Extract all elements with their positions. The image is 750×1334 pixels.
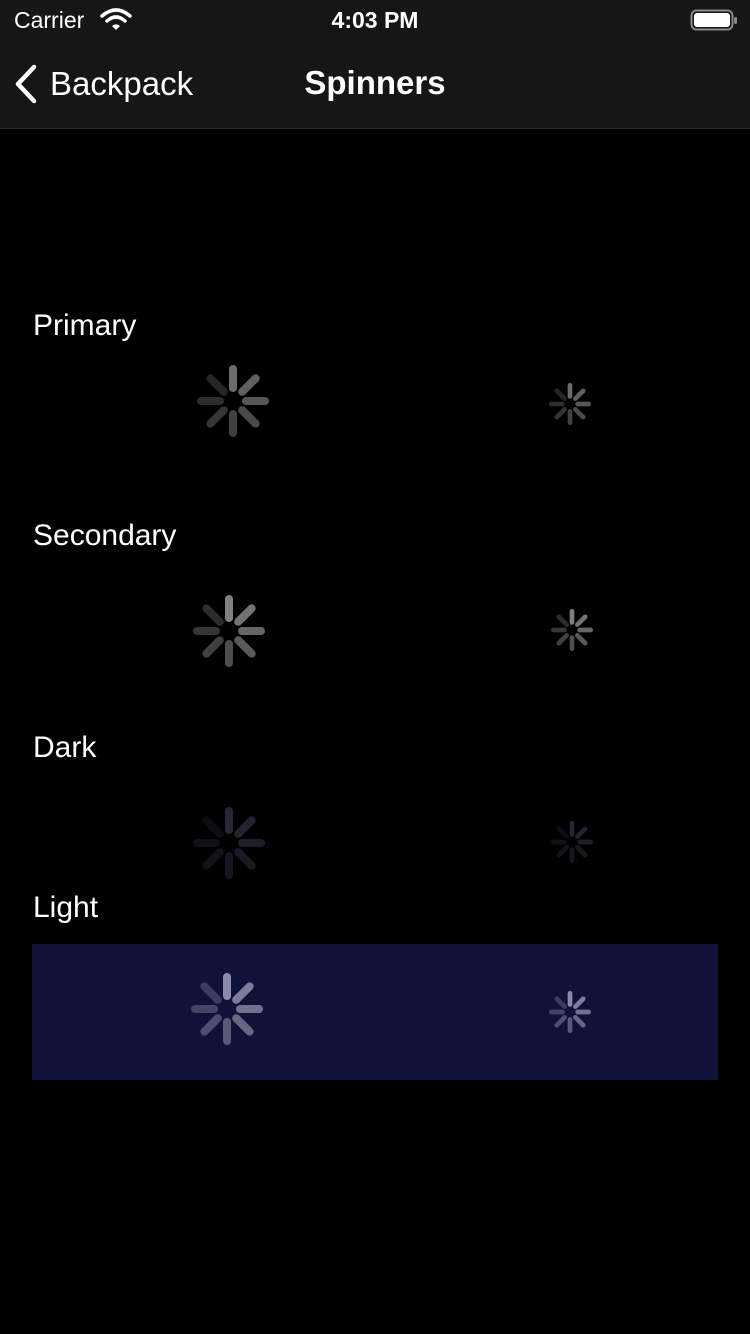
spinner-spoke — [234, 636, 256, 658]
spinner-spoke — [202, 816, 224, 838]
secondary-large-spinner-icon — [193, 595, 265, 667]
spinner-spoke — [575, 826, 588, 839]
spinner-spoke — [573, 388, 586, 401]
light-spinner-panel — [32, 944, 718, 1080]
spinner-spoke — [232, 982, 254, 1004]
section-label-light: Light — [33, 891, 99, 924]
light-small-spinner-icon — [549, 991, 591, 1033]
section-label-secondary: Secondary — [33, 519, 177, 552]
spinner-spoke — [573, 996, 586, 1009]
spinner-spoke — [234, 816, 256, 838]
spinner-spoke — [554, 1015, 567, 1028]
spinner-spoke — [202, 604, 224, 626]
spinner-spoke — [206, 406, 228, 428]
spinner-spoke — [232, 1014, 254, 1036]
spinner-spoke — [554, 407, 567, 420]
spinner-spoke — [234, 604, 256, 626]
spinner-spoke — [556, 826, 569, 839]
spinner-spoke — [200, 1014, 222, 1036]
spinner-spoke — [573, 407, 586, 420]
spinner-spoke — [556, 633, 569, 646]
page-title: Spinners — [304, 64, 446, 101]
spinner-spoke — [573, 1015, 586, 1028]
dark-small-spinner-icon — [551, 821, 593, 863]
spinner-spoke — [206, 374, 228, 396]
secondary-small-spinner-icon — [551, 609, 593, 651]
spinner-spoke — [575, 614, 588, 627]
spinner-spoke — [554, 388, 567, 401]
spinner-spoke — [202, 636, 224, 658]
spinner-spoke — [575, 845, 588, 858]
section-label-primary: Primary — [33, 309, 137, 342]
spinner-spoke — [238, 374, 260, 396]
section-label-dark: Dark — [33, 731, 97, 764]
spinner-spoke — [556, 845, 569, 858]
dark-large-spinner-icon — [193, 807, 265, 879]
navigation-bar: Backpack Spinners — [0, 40, 750, 129]
status-time: 4:03 PM — [331, 7, 419, 33]
spinner-spoke — [202, 848, 224, 870]
spinner-spoke — [238, 406, 260, 428]
spinner-spoke — [554, 996, 567, 1009]
primary-large-spinner-icon — [197, 365, 269, 437]
spinner-spoke — [200, 982, 222, 1004]
primary-small-spinner-icon — [549, 383, 591, 425]
status-bar: Carrier 4:03 PM — [0, 0, 750, 40]
light-large-spinner-icon — [191, 973, 263, 1045]
spinner-spoke — [575, 633, 588, 646]
battery-icon — [690, 9, 737, 31]
spinner-spoke — [556, 614, 569, 627]
spinner-spoke — [234, 848, 256, 870]
